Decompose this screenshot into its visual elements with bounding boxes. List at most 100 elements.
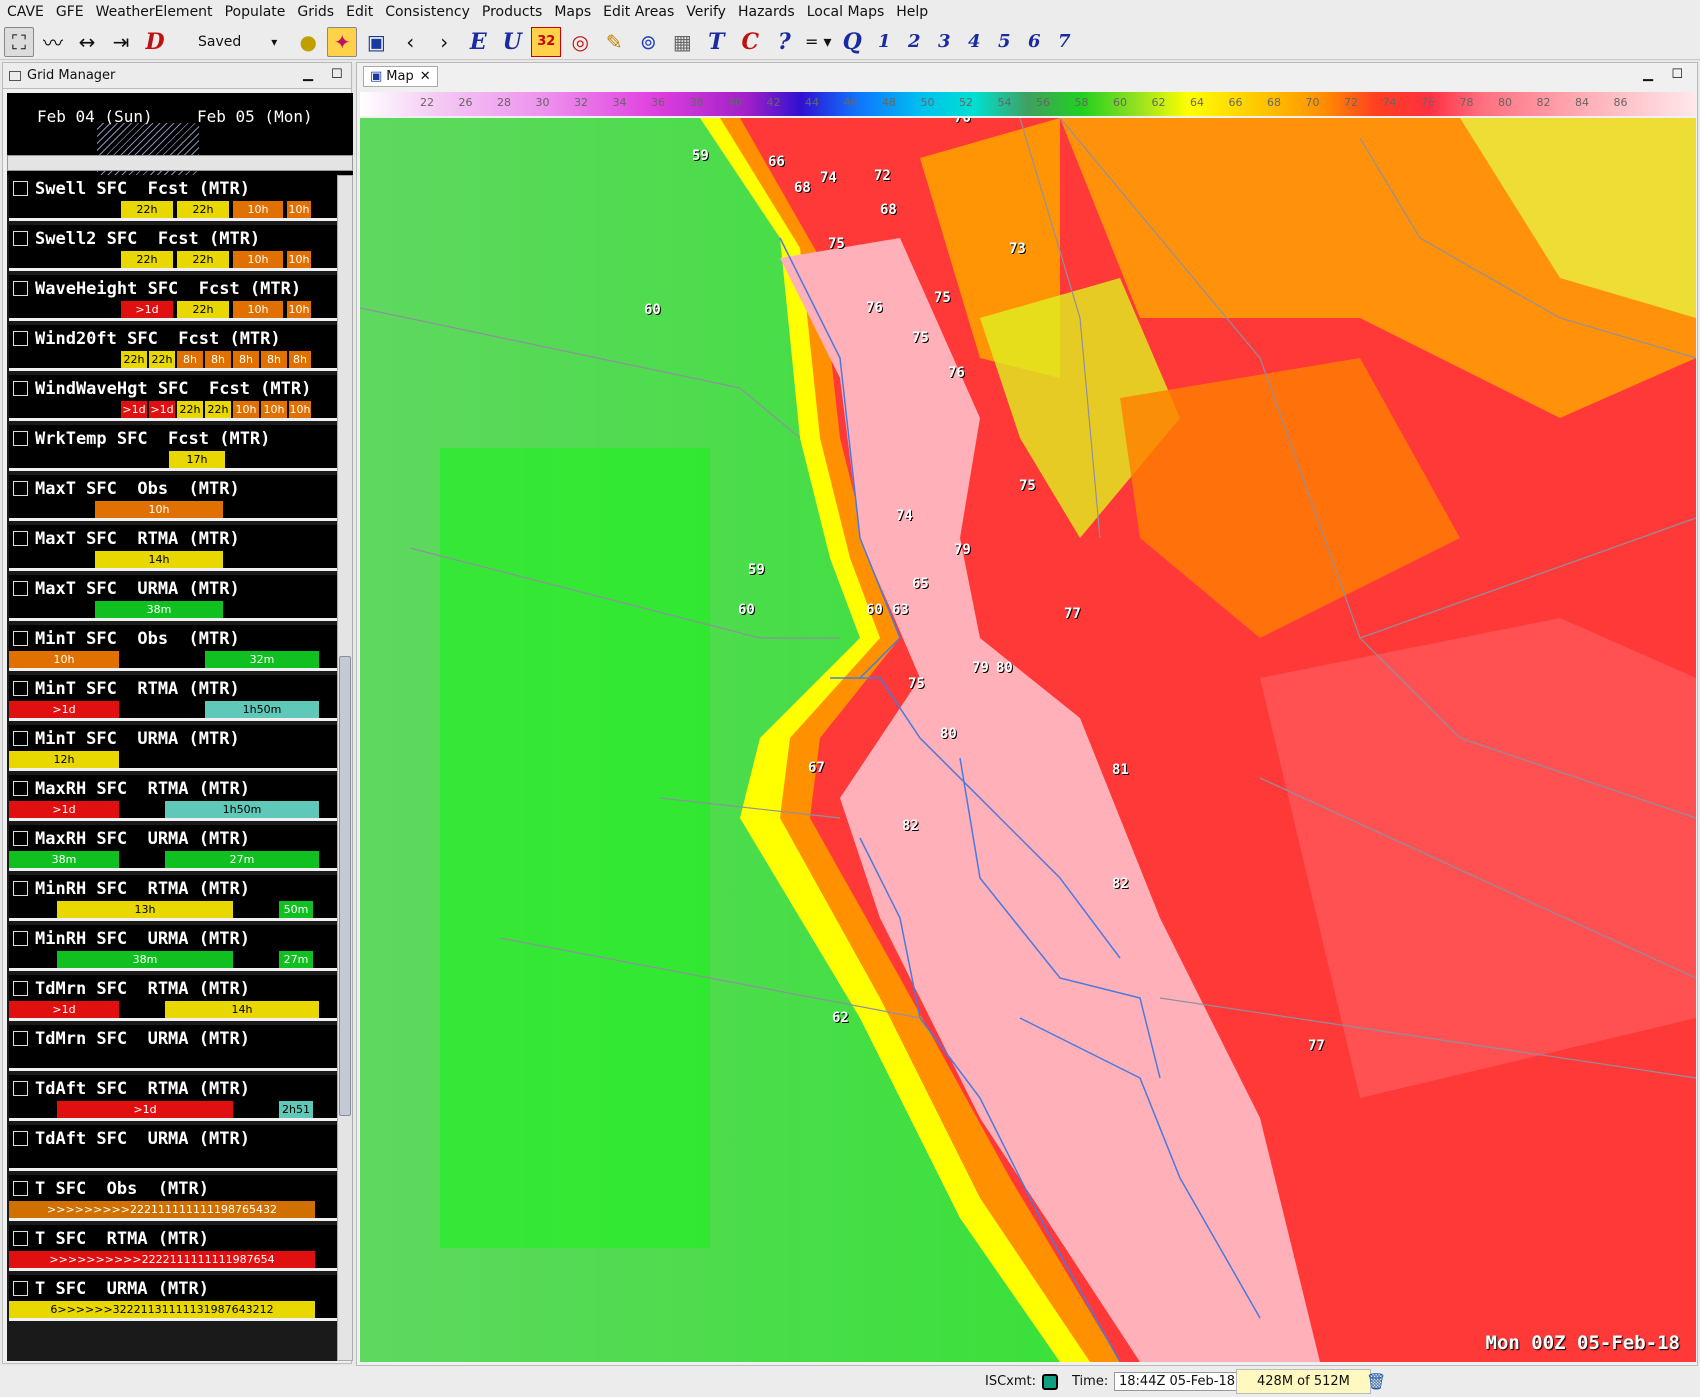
grid-time-block[interactable]: >1d — [149, 401, 175, 418]
station-value[interactable]: 66 — [768, 154, 785, 170]
grid-time-block[interactable]: 27m — [165, 851, 319, 868]
grid-time-block[interactable]: 22h — [121, 251, 173, 268]
grid-time-block[interactable]: 50m — [279, 901, 313, 918]
grid-row-checkbox[interactable] — [13, 1081, 28, 1096]
grid-time-block[interactable]: >1d — [57, 1101, 233, 1118]
grid-row[interactable]: MinRH SFC URMA (MTR) 38m 27m — [9, 925, 337, 971]
grid-time-block[interactable]: 38m — [57, 951, 233, 968]
grid-time-block[interactable]: 10h — [287, 251, 311, 268]
grid-row[interactable]: MinT SFC URMA (MTR) 12h — [9, 725, 337, 771]
menu-item[interactable]: Maps — [554, 4, 591, 20]
menu-item[interactable]: CAVE — [7, 4, 44, 20]
grid-row[interactable]: Swell2 SFC Fcst (MTR) 22h 22h 10h 10h — [9, 225, 337, 271]
grid-row-checkbox[interactable] — [13, 431, 28, 446]
grid-time-block[interactable]: 14h — [95, 551, 223, 568]
grid-time-block[interactable]: 14h — [165, 1001, 319, 1018]
scrollbar-thumb[interactable] — [339, 656, 351, 1116]
grid-time-block[interactable]: >1d — [121, 301, 173, 318]
grid-time-block[interactable]: 8h — [261, 351, 287, 368]
grid-row[interactable]: WaveHeight SFC Fcst (MTR) >1d 22h 10h 10h — [9, 275, 337, 321]
equals-dropdown-icon[interactable]: = ▾ — [803, 27, 833, 57]
grid-row-checkbox[interactable] — [13, 1131, 28, 1146]
grid-row-checkbox[interactable] — [13, 931, 28, 946]
grid-row[interactable]: WrkTemp SFC Fcst (MTR) 17h — [9, 425, 337, 471]
e-button[interactable]: E — [463, 27, 493, 57]
saved-status[interactable]: Saved — [198, 34, 241, 50]
grid-row-checkbox[interactable] — [13, 781, 28, 796]
c-button[interactable]: C — [735, 27, 765, 57]
minimize-icon[interactable]: ▁ — [303, 67, 313, 82]
grid-row[interactable]: MinT SFC RTMA (MTR) >1d 1h50m — [9, 675, 337, 721]
station-value[interactable]: 76 — [866, 300, 883, 316]
grid-row-checkbox[interactable] — [13, 731, 28, 746]
grid-time-block[interactable]: >1d — [9, 1001, 119, 1018]
station-value[interactable]: 68 — [880, 202, 897, 218]
grid-time-block[interactable]: 32m — [205, 651, 319, 668]
grid-time-block[interactable]: >1d — [9, 701, 119, 718]
menu-item[interactable]: Local Maps — [807, 4, 885, 20]
grid-row[interactable]: MaxT SFC Obs (MTR) 10h — [9, 475, 337, 521]
grid-time-block[interactable]: 2h51 — [279, 1101, 313, 1118]
station-value[interactable]: 59 — [748, 562, 765, 578]
grid-time-block[interactable]: 22h — [205, 401, 231, 418]
num-1-button[interactable]: 1 — [871, 27, 897, 57]
help-button[interactable]: ? — [769, 27, 799, 57]
grid-row-checkbox[interactable] — [13, 281, 28, 296]
grid-time-block[interactable]: 22h — [177, 401, 203, 418]
grid-row[interactable]: T SFC URMA (MTR) 6>>>>>>32221131111131987… — [9, 1275, 337, 1321]
brush-icon[interactable]: ✎ — [599, 27, 629, 57]
grid-row-checkbox[interactable] — [13, 981, 28, 996]
station-value[interactable]: 60 — [738, 602, 755, 618]
grid-time-block[interactable]: 10h — [289, 401, 311, 418]
menu-item[interactable]: WeatherElement — [96, 4, 213, 20]
target-icon[interactable]: ◎ — [565, 27, 595, 57]
grid-time-block[interactable]: 22h — [177, 301, 229, 318]
station-value[interactable]: 63 — [892, 602, 909, 618]
zoom-extent-icon[interactable]: ⛶ — [4, 26, 34, 57]
station-value[interactable]: 80 — [940, 726, 957, 742]
grid-row[interactable]: WindWaveHgt SFC Fcst (MTR) >1d >1d 22h 22h 10… — [9, 375, 337, 421]
grid-row-checkbox[interactable] — [13, 631, 28, 646]
grid-row-checkbox[interactable] — [13, 581, 28, 596]
forward-icon[interactable]: › — [429, 27, 459, 57]
grid-time-block[interactable]: 10h — [9, 651, 119, 668]
grid-time-block[interactable]: 8h — [177, 351, 203, 368]
num-4-button[interactable]: 4 — [961, 27, 987, 57]
station-value[interactable]: 76 — [948, 365, 965, 381]
u-button[interactable]: U — [497, 27, 527, 57]
menu-item[interactable]: Verify — [686, 4, 726, 20]
grid-row[interactable]: MaxRH SFC RTMA (MTR) >1d 1h50m — [9, 775, 337, 821]
grid-row[interactable]: Swell SFC Fcst (MTR) 22h 22h 10h 10h — [9, 175, 337, 221]
grid-time-block[interactable]: >1d — [121, 401, 147, 418]
menu-item[interactable]: GFE — [56, 4, 84, 20]
grid-row[interactable]: MaxRH SFC URMA (MTR) 38m 27m — [9, 825, 337, 871]
station-value[interactable]: 75 — [912, 330, 929, 346]
minimize-icon[interactable]: ▁ — [1643, 67, 1653, 82]
grid-row-checkbox[interactable] — [13, 831, 28, 846]
station-value[interactable]: 62 — [832, 1010, 849, 1026]
station-value[interactable]: 74 — [896, 508, 913, 524]
station-value[interactable]: 77 — [1064, 606, 1081, 622]
station-value[interactable]: 82 — [1112, 876, 1129, 892]
grid-time-block[interactable]: 10h — [95, 501, 223, 518]
station-value[interactable]: 60 — [866, 602, 883, 618]
grid-row-checkbox[interactable] — [13, 681, 28, 696]
maximize-icon[interactable]: ☐ — [331, 67, 343, 82]
grid-row[interactable]: TdMrn SFC RTMA (MTR) >1d 14h — [9, 975, 337, 1021]
grid-row-checkbox[interactable] — [13, 481, 28, 496]
back-icon[interactable]: ‹ — [395, 27, 425, 57]
grid-time-block[interactable]: 10h — [287, 201, 311, 218]
grid-row-checkbox[interactable] — [13, 381, 28, 396]
menu-item[interactable]: Edit Areas — [603, 4, 674, 20]
station-value[interactable]: 68 — [794, 180, 811, 196]
grid-time-block[interactable]: >1d — [9, 801, 119, 818]
grid-time-block[interactable]: 10h — [233, 301, 283, 318]
temperature-map[interactable]: 76 59 66 68 74 72 68 75 73 60 76 75 75 76 75 74 79 59 65 60… — [360, 118, 1696, 1362]
grid-manager-tab[interactable]: Grid Manager ▁ ☐ — [3, 63, 351, 89]
grid-time-block[interactable]: 22h — [121, 201, 173, 218]
grid-row[interactable]: T SFC Obs (MTR) >>>>>>>>>2221111111111987… — [9, 1175, 337, 1221]
grid-row[interactable]: TdAft SFC URMA (MTR) — [9, 1125, 337, 1171]
bulb-icon[interactable]: ● — [293, 27, 323, 57]
grid-row[interactable]: MinT SFC Obs (MTR) 10h 32m — [9, 625, 337, 671]
grid-row[interactable]: MaxT SFC URMA (MTR) 38m — [9, 575, 337, 621]
